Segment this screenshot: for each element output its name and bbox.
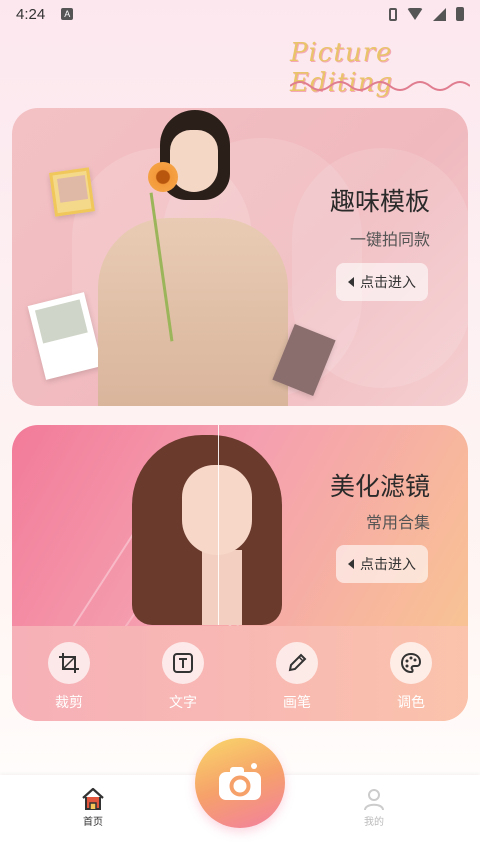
- play-arrow-icon: [348, 559, 354, 569]
- card-subtitle: 常用合集: [365, 513, 430, 532]
- brand-logo: Picture Editing: [290, 38, 470, 98]
- tool-text[interactable]: 文字: [143, 642, 223, 712]
- crop-icon: [48, 642, 90, 684]
- tool-label: 裁剪: [55, 695, 83, 711]
- model-image: [122, 425, 322, 625]
- text-icon: [162, 642, 204, 684]
- tool-label: 文字: [169, 695, 197, 711]
- tool-crop[interactable]: 裁剪: [29, 642, 109, 712]
- nav-home-label: 首页: [83, 817, 103, 828]
- card-title: 趣味模板: [329, 187, 430, 216]
- nav-home[interactable]: 首页: [80, 787, 106, 828]
- card-subtitle: 一键拍同款: [349, 230, 430, 249]
- play-arrow-icon: [348, 277, 354, 287]
- tool-palette[interactable]: 调色: [371, 642, 451, 712]
- status-icons: [389, 7, 464, 21]
- battery-icon: [456, 7, 464, 21]
- camera-button[interactable]: [195, 738, 285, 828]
- before-after-divider: [218, 425, 219, 625]
- nav-me[interactable]: 我的: [362, 787, 386, 828]
- card-title: 美化滤镜: [329, 472, 430, 501]
- nav-me-label: 我的: [364, 817, 384, 828]
- signal-icon: [433, 7, 446, 21]
- template-card[interactable]: 趣味模板 一键拍同款 点击进入: [12, 108, 468, 406]
- status-bar: 4:24 A: [0, 0, 480, 28]
- tool-label: 画笔: [283, 695, 311, 711]
- model-image: [98, 108, 288, 406]
- sticker-photo: [49, 167, 95, 217]
- enter-button-label: 点击进入: [360, 275, 416, 291]
- home-icon: [82, 787, 104, 810]
- vibrate-icon: [389, 7, 397, 21]
- brand-wave-icon: [290, 81, 470, 91]
- enter-button-label: 点击进入: [360, 557, 416, 573]
- status-time: 4:24: [16, 5, 46, 23]
- tool-label: 调色: [397, 695, 425, 711]
- palette-icon: [390, 642, 432, 684]
- camera-icon: [219, 763, 261, 800]
- pen-icon: [276, 642, 318, 684]
- wifi-icon: [407, 8, 423, 20]
- filter-enter-button[interactable]: 点击进入: [336, 545, 428, 583]
- template-enter-button[interactable]: 点击进入: [336, 263, 428, 301]
- tool-bar: 裁剪 文字 画笔 调色: [12, 626, 468, 721]
- notification-a-icon: A: [61, 8, 74, 20]
- user-icon: [364, 789, 384, 811]
- filter-card[interactable]: 美化滤镜 常用合集 点击进入 裁剪 文字 画笔 调色: [12, 425, 468, 721]
- tool-pen[interactable]: 画笔: [257, 642, 337, 712]
